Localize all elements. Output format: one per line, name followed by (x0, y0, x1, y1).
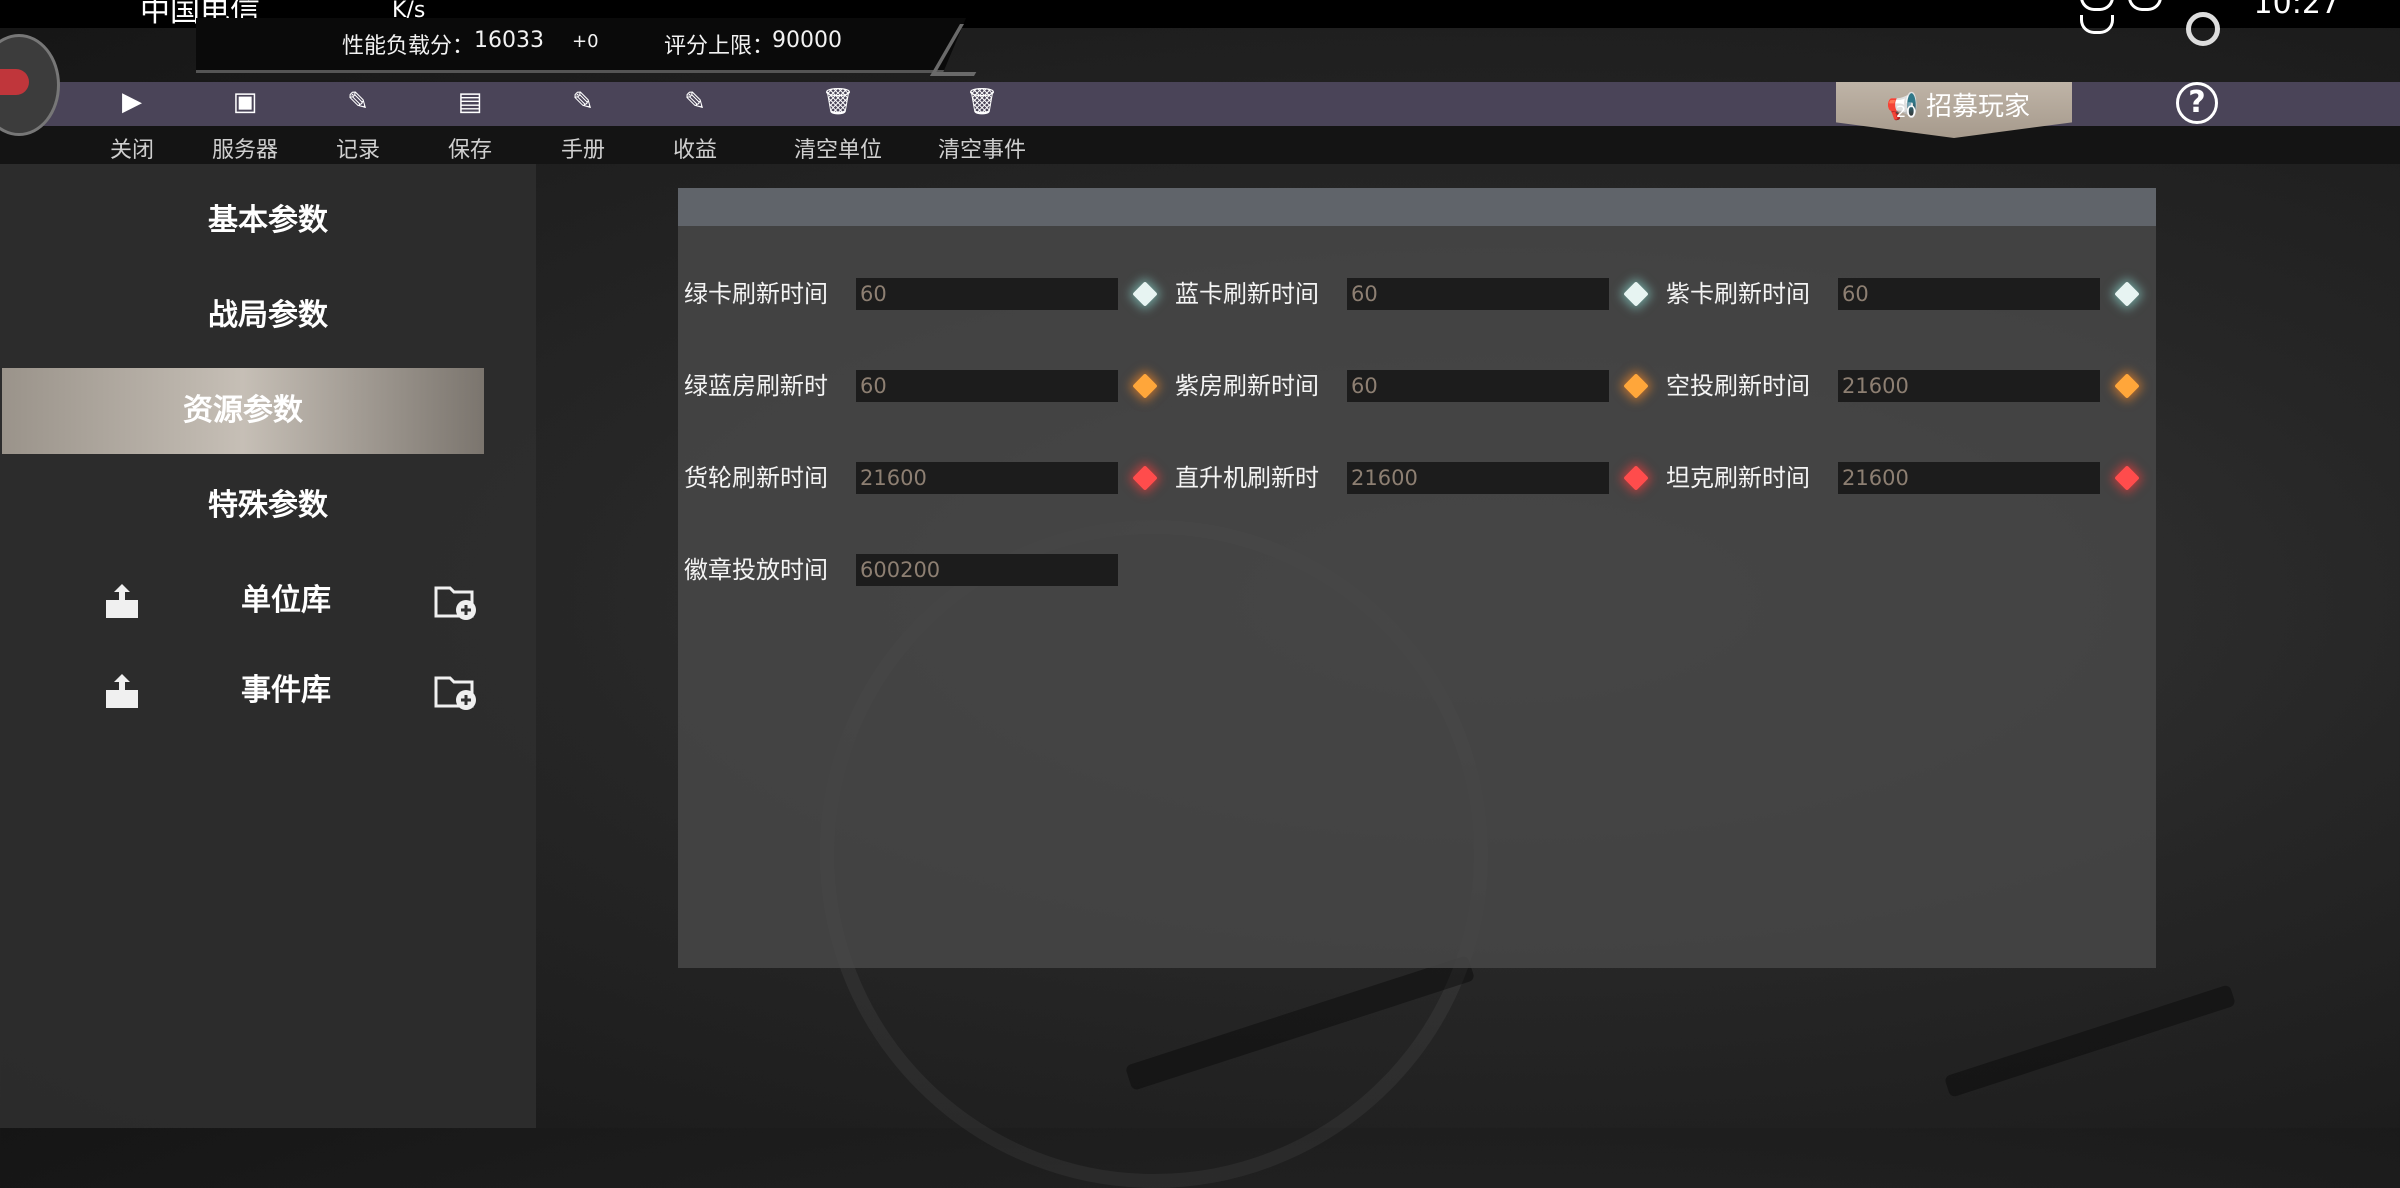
close-button-label: 关闭 (109, 138, 154, 163)
cargo-ship-refresh-input[interactable] (856, 462, 1118, 494)
sidebar: 基本参数 战局参数 资源参数 特殊参数 单位库 事件库 (0, 164, 536, 1128)
manual-button[interactable]: ✎ 手册 (523, 88, 643, 164)
green-card-refresh-input[interactable] (856, 278, 1118, 310)
clock-label: 10:27 (2253, 0, 2340, 21)
diamond-icon (2114, 281, 2140, 307)
resource-params-panel: 绿卡刷新时间 蓝卡刷新时间 紫卡刷新时间 绿蓝房刷新时 紫房刷新时间 空投刷新时… (678, 188, 2156, 968)
unit-library-row: 单位库 (0, 566, 536, 636)
edit-icon: ✎ (684, 87, 706, 117)
clear-units-button[interactable]: 🗑 清空单位 (778, 88, 898, 164)
status-icons (2080, 0, 2220, 34)
field-label: 绿蓝房刷新时 (684, 372, 828, 400)
background-decoration (1943, 984, 2237, 1098)
field-label: 蓝卡刷新时间 (1175, 280, 1319, 308)
load-score-delta: +0 (572, 31, 599, 52)
manual-button-label: 手册 (560, 138, 605, 163)
field-label: 直升机刷新时 (1175, 464, 1319, 492)
diamond-icon (1132, 465, 1158, 491)
server-button-label: 服务器 (211, 138, 278, 163)
server-button[interactable]: ▣ 服务器 (185, 88, 305, 164)
load-score-value: 16033 (474, 28, 544, 53)
help-button[interactable]: ? (2176, 82, 2218, 124)
load-score-label: 性能负载分： (342, 34, 475, 59)
unit-library-label[interactable]: 单位库 (0, 566, 572, 636)
diamond-icon (1623, 373, 1649, 399)
field-label: 空投刷新时间 (1666, 372, 1810, 400)
diamond-icon (2114, 373, 2140, 399)
folder-add-icon[interactable] (434, 672, 480, 712)
sidebar-item-match-params[interactable]: 战局参数 (0, 273, 536, 359)
record-button[interactable]: ✎ 记录 (298, 88, 418, 164)
event-library-label[interactable]: 事件库 (0, 656, 572, 726)
field-label: 紫卡刷新时间 (1666, 280, 1810, 308)
cube-icon: ▣ (232, 87, 258, 117)
edit-icon: ✎ (572, 87, 594, 117)
trash-icon: 🗑 (821, 87, 855, 117)
clear-units-button-label: 清空单位 (793, 138, 882, 163)
field-label: 徽章投放时间 (684, 556, 828, 584)
clear-events-button[interactable]: 🗑 清空事件 (922, 88, 1042, 164)
tank-refresh-input[interactable] (1838, 462, 2100, 494)
document-icon: ▤ (457, 87, 483, 117)
diamond-icon (1623, 465, 1649, 491)
play-icon: ▶ (122, 87, 142, 117)
recruit-players-label: 招募玩家 (1926, 92, 2031, 122)
edit-icon: ✎ (347, 87, 369, 117)
sidebar-item-basic-params[interactable]: 基本参数 (0, 178, 536, 264)
green-blue-room-refresh-input[interactable] (856, 370, 1118, 402)
sidebar-item-special-params[interactable]: 特殊参数 (0, 463, 536, 549)
purple-room-refresh-input[interactable] (1347, 370, 1609, 402)
purple-card-refresh-input[interactable] (1838, 278, 2100, 310)
folder-add-icon[interactable] (434, 582, 480, 622)
earnings-button[interactable]: ✎ 收益 (635, 88, 755, 164)
earnings-button-label: 收益 (672, 138, 717, 163)
score-limit-label: 评分上限： (664, 34, 775, 59)
diamond-icon (2114, 465, 2140, 491)
save-button-label: 保存 (447, 138, 492, 163)
helicopter-refresh-input[interactable] (1347, 462, 1609, 494)
blue-card-refresh-input[interactable] (1347, 278, 1609, 310)
close-button[interactable]: ▶ 关闭 (72, 88, 192, 164)
refresh-icon[interactable] (2186, 12, 2220, 46)
diamond-icon (1623, 281, 1649, 307)
score-limit-value: 90000 (772, 28, 842, 53)
field-label: 绿卡刷新时间 (684, 280, 828, 308)
badge-drop-time-input[interactable] (856, 554, 1118, 586)
field-label: 紫房刷新时间 (1175, 372, 1319, 400)
record-button-label: 记录 (335, 138, 380, 163)
airdrop-refresh-input[interactable] (1838, 370, 2100, 402)
diamond-icon (1132, 281, 1158, 307)
trash-icon: 🗑 (965, 87, 999, 117)
diamond-icon (1132, 373, 1158, 399)
panel-header (678, 188, 2156, 226)
recruit-count-badge: 20 (1896, 102, 1917, 121)
event-library-row: 事件库 (0, 656, 536, 726)
field-label: 货轮刷新时间 (684, 464, 828, 492)
save-button[interactable]: ▤ 保存 (410, 88, 530, 164)
clear-events-button-label: 清空事件 (937, 138, 1026, 163)
avatar-mouth-icon (0, 69, 29, 95)
score-panel: 性能负载分： 16033 +0 评分上限： 90000 (196, 18, 966, 73)
field-label: 坦克刷新时间 (1666, 464, 1810, 492)
sidebar-item-resource-params[interactable]: 资源参数 (2, 368, 484, 454)
